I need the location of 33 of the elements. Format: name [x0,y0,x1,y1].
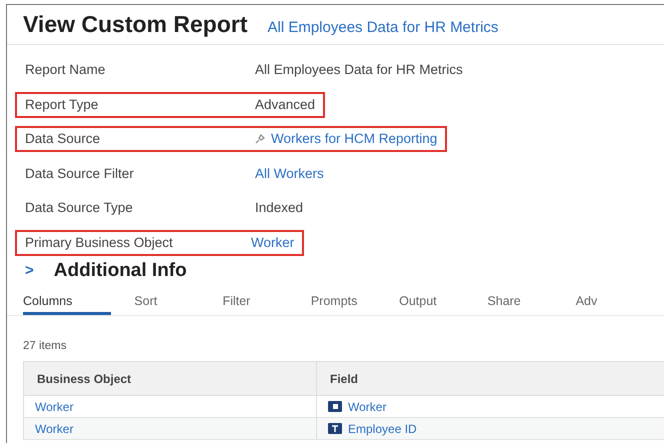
section-title: Additional Info [54,258,187,283]
field-value: Advanced [255,96,316,114]
field-value: Indexed [255,199,304,218]
item-count: 27 items [23,340,66,352]
tab[interactable]: Prompts [310,292,400,315]
field-value: All Employees Data for HR Metrics [255,61,463,80]
pin-icon [255,134,265,144]
text-field-icon [328,423,342,434]
tab[interactable]: Filter [222,292,311,315]
tab[interactable]: Output [399,292,488,315]
field-label: Data Source [25,130,102,148]
field-label: Primary Business Object [25,234,174,252]
instance-icon [328,401,342,412]
column-header: Field [329,370,358,388]
table-link[interactable]: Worker [35,420,74,438]
report-link[interactable]: All Employees Data for HR Metrics [268,17,498,40]
field-link[interactable]: All Workers [255,164,324,184]
field-link[interactable]: Worker [251,232,294,253]
column-header: Business Object [24,362,317,395]
tab[interactable]: Adv [576,292,664,315]
field-label: Data Source Type [25,199,134,218]
field-label: Data Source Filter [25,164,135,183]
table-link[interactable]: Worker [348,398,386,416]
field-link[interactable]: Workers for HCM Reporting [271,129,438,150]
page-title: View Custom Report [23,10,248,39]
expand-toggle[interactable]: > [25,260,34,282]
tab[interactable]: Share [487,292,576,315]
field-label: Report Name [25,61,106,80]
tab[interactable]: Columns [23,292,112,315]
table-link[interactable]: Worker [35,398,74,416]
field-label: Report Type [25,96,100,114]
tab[interactable]: Sort [134,292,223,315]
table-link[interactable]: Employee ID [348,420,417,438]
